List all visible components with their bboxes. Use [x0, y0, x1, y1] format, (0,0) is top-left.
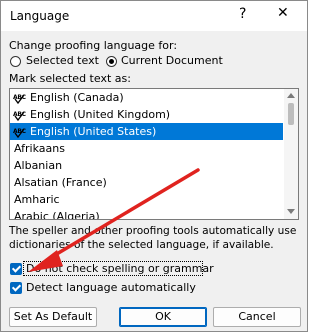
- annotation-arrow: [28, 168, 200, 272]
